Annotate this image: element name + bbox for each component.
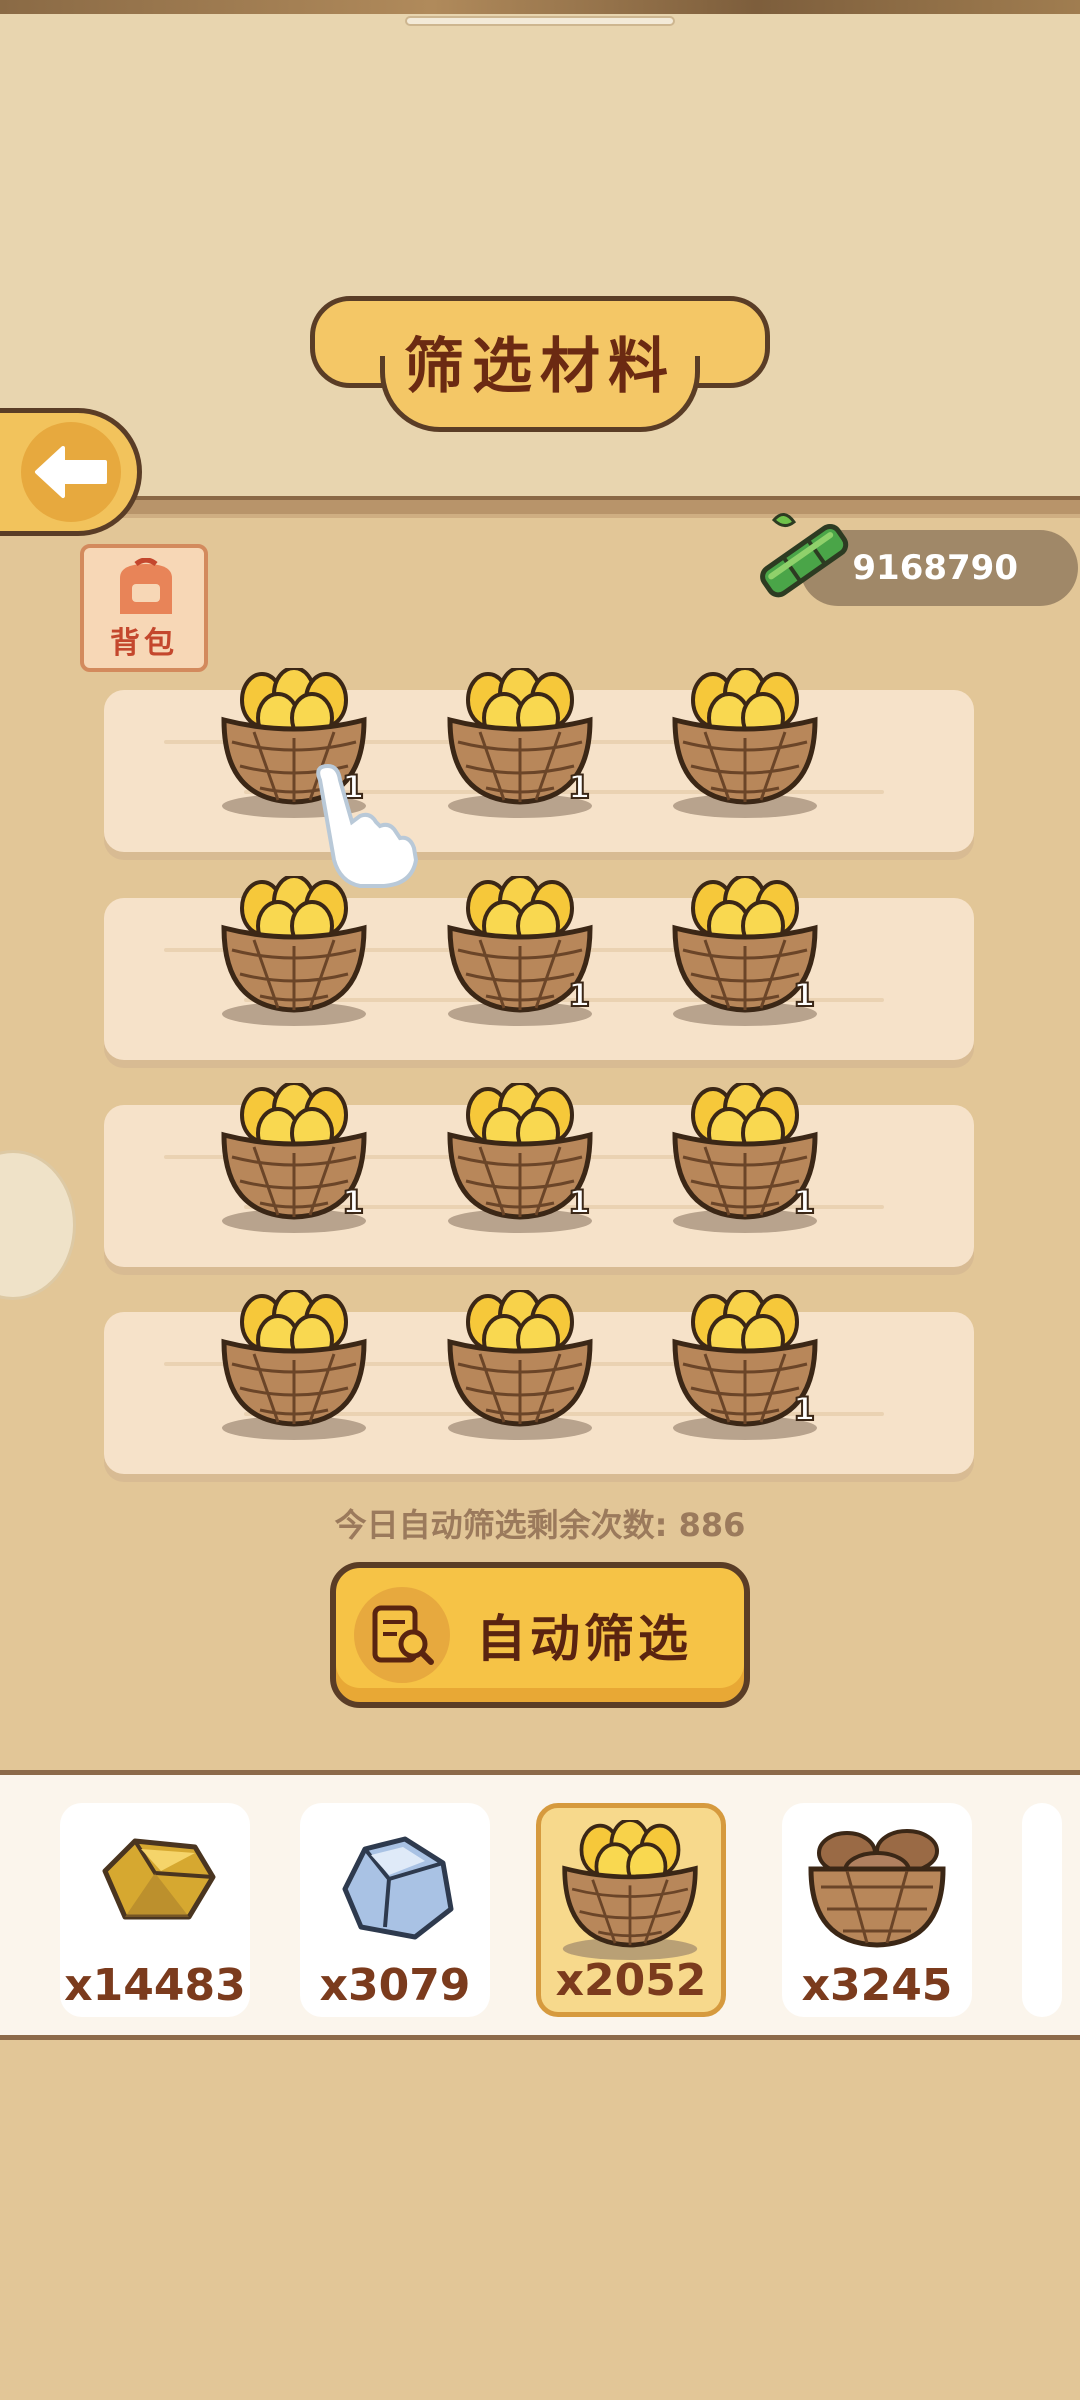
inventory-item-partial[interactable]	[1022, 1803, 1062, 2017]
search-document-icon	[354, 1587, 450, 1683]
mango-basket[interactable]: 1	[214, 1081, 374, 1233]
inventory-item-mango-basket[interactable]: x2052	[536, 1803, 726, 2017]
backpack-button[interactable]: 背包	[80, 544, 208, 672]
basket-count: 1	[567, 767, 591, 807]
inventory-qty: x3245	[801, 1960, 953, 2011]
inventory-item-silver-ore[interactable]: x3079	[300, 1803, 490, 2017]
backpack-icon	[120, 558, 172, 614]
gold-ore-icon	[102, 1838, 216, 1920]
mango-basket[interactable]	[214, 874, 374, 1026]
mango-basket[interactable]: 1	[440, 666, 600, 818]
basket-count: 1	[792, 1182, 816, 1222]
title-banner: 筛选材料	[310, 296, 770, 436]
top-scene-strip	[0, 0, 1080, 14]
basket-count: 1	[567, 975, 591, 1015]
auto-screen-label: 自动筛选	[476, 1610, 692, 1668]
mango-basket[interactable]: 1	[665, 1081, 825, 1233]
inventory-item-gold-ore[interactable]: x14483	[60, 1803, 250, 2017]
basket-count: 1	[792, 1389, 816, 1429]
back-button[interactable]	[0, 408, 142, 536]
mushroom-basket-icon	[808, 1829, 946, 1948]
pointing-hand-icon	[300, 760, 420, 890]
backpack-label: 背包	[110, 626, 178, 661]
divider-bar	[0, 496, 1080, 518]
inventory-qty: x2052	[555, 1955, 707, 2006]
side-paw-button[interactable]	[0, 1150, 76, 1300]
basket-count: 1	[341, 1182, 365, 1222]
inventory-qty: x3079	[319, 1960, 471, 2011]
mango-basket[interactable]: 1	[665, 1288, 825, 1440]
mango-basket[interactable]: 1	[440, 874, 600, 1026]
auto-screen-remaining: 今日自动筛选剩余次数: 886	[334, 1506, 746, 1544]
mango-basket[interactable]	[214, 1288, 374, 1440]
silver-ore-icon	[342, 1836, 454, 1940]
arrow-left-icon	[21, 422, 121, 522]
inventory-bar: x14483 x3079 x2052 x3245	[0, 1770, 1080, 2040]
inventory-qty: x14483	[64, 1960, 246, 2011]
bamboo-icon	[744, 500, 862, 618]
mango-basket[interactable]	[440, 1288, 600, 1440]
mango-basket[interactable]: 1	[665, 874, 825, 1026]
page-title: 筛选材料	[404, 332, 676, 402]
currency-value: 9168790	[852, 548, 1018, 588]
basket-count: 1	[792, 975, 816, 1015]
mango-basket[interactable]	[665, 666, 825, 818]
auto-screen-button[interactable]: 自动筛选	[330, 1562, 750, 1708]
mango-basket[interactable]: 1	[440, 1081, 600, 1233]
inventory-item-mushroom-basket[interactable]: x3245	[782, 1803, 972, 2017]
home-indicator	[405, 16, 675, 26]
basket-count: 1	[567, 1182, 591, 1222]
